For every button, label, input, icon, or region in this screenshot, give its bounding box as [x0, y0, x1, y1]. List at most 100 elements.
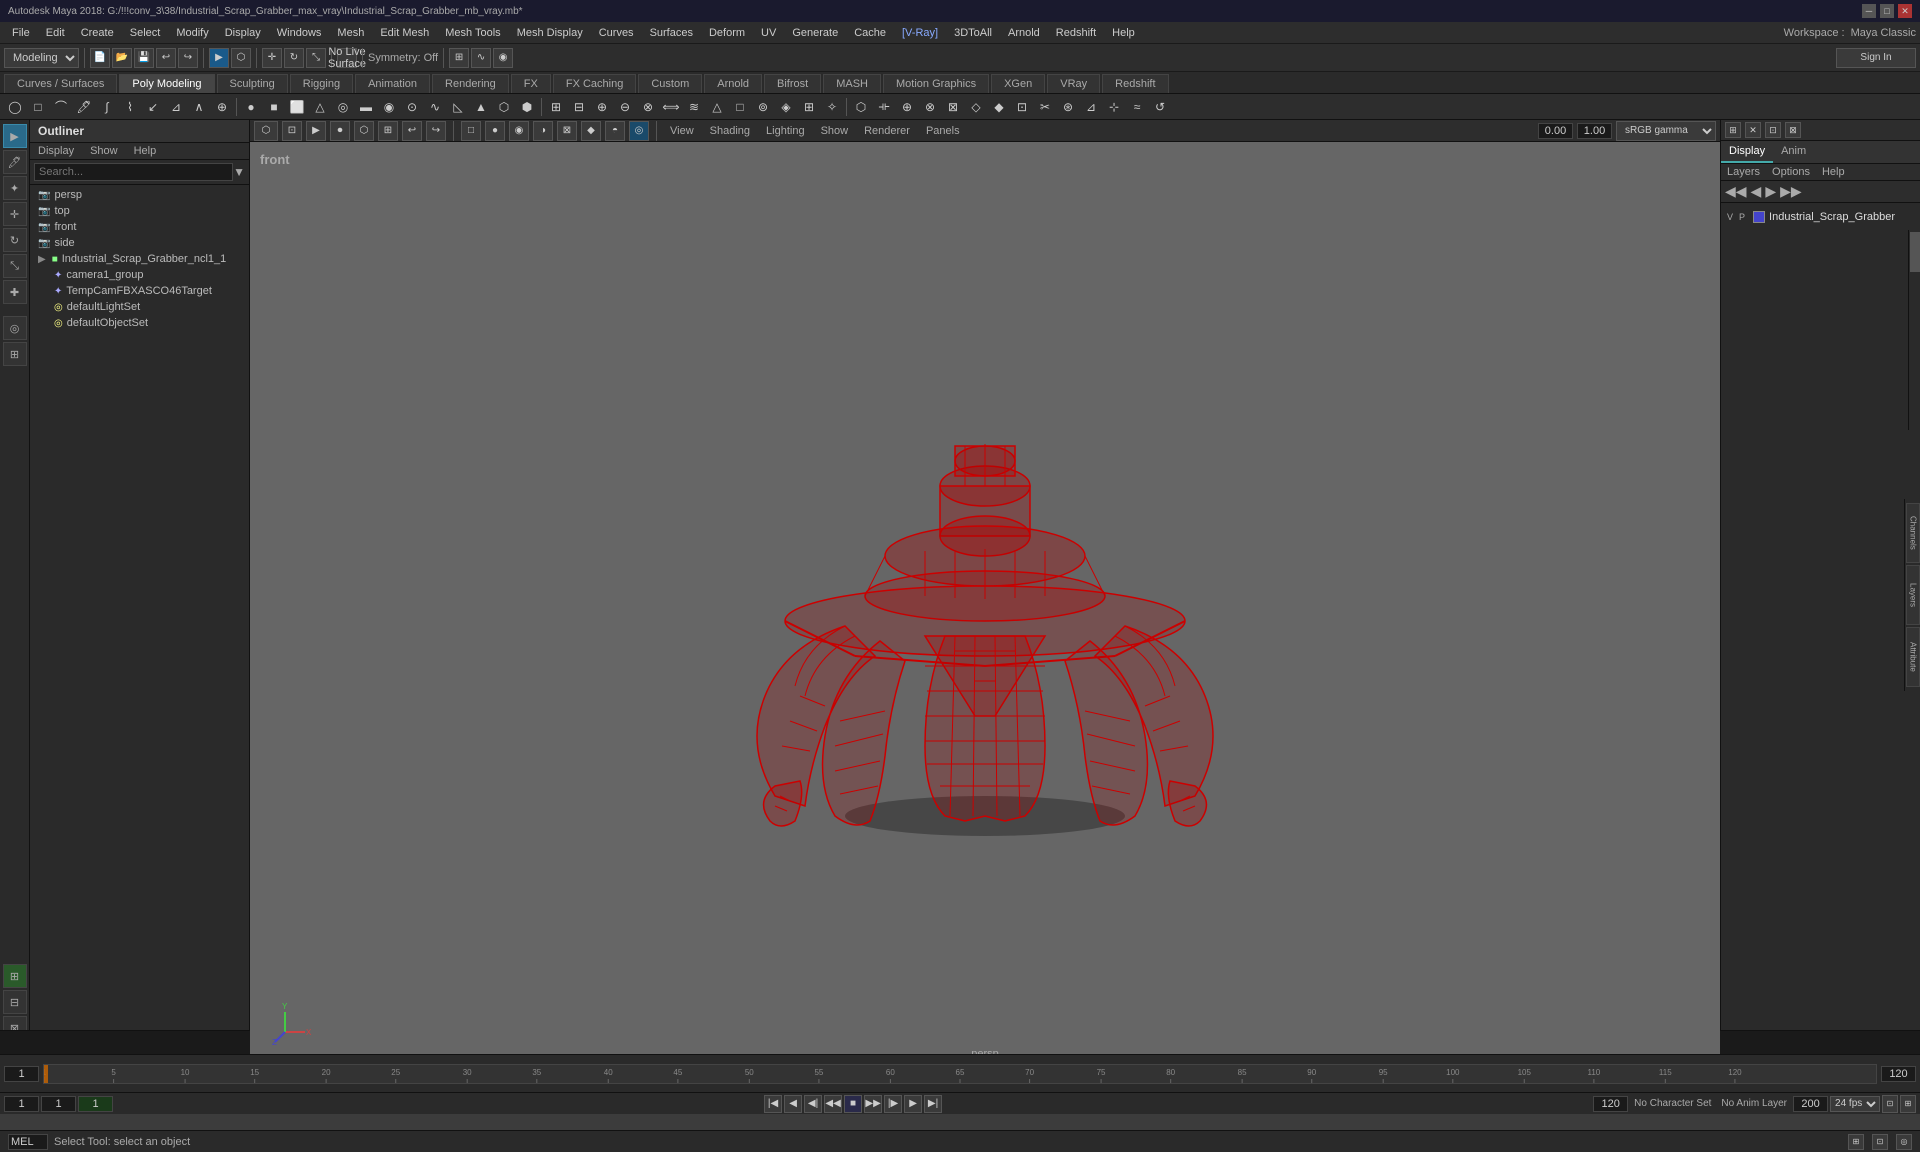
vp-redo-cam-button[interactable]: ↪	[426, 121, 446, 141]
plane-button[interactable]: ▬	[355, 96, 377, 118]
reduce-button[interactable]: ◈	[775, 96, 797, 118]
minimize-button[interactable]: ─	[1862, 4, 1876, 18]
vp-menu-renderer[interactable]: Renderer	[858, 123, 916, 139]
tab-custom[interactable]: Custom	[638, 74, 702, 93]
create-circle-button[interactable]: ◯	[4, 96, 26, 118]
quad-button[interactable]: □	[729, 96, 751, 118]
tab-poly-modeling[interactable]: Poly Modeling	[119, 74, 214, 93]
prism-button[interactable]: ◺	[447, 96, 469, 118]
vp-ao-button[interactable]: ◓	[605, 121, 625, 141]
outliner-item-object-set[interactable]: ◎ defaultObjectSet	[30, 315, 249, 331]
outliner-item-top[interactable]: 📷 top	[30, 203, 249, 219]
ch-next-frame-button[interactable]: ▶▶	[1780, 183, 1802, 200]
vp-undo-cam-button[interactable]: ↩	[402, 121, 422, 141]
ch-icon2[interactable]: ✕	[1745, 122, 1761, 138]
channel-sub-layers[interactable]: Layers	[1721, 164, 1766, 180]
vp-frame-all-button[interactable]: ⬡	[354, 121, 374, 141]
skip-forward-button[interactable]: ▶|	[924, 1095, 942, 1113]
select-mode-button[interactable]: ▶	[3, 124, 27, 148]
key-options-button[interactable]: ⊡	[1882, 1095, 1898, 1113]
soccer-button[interactable]: ⬡	[493, 96, 515, 118]
cleanup-button[interactable]: ✧	[821, 96, 843, 118]
frame-indicator[interactable]	[78, 1096, 113, 1112]
append-button[interactable]: ⊕	[896, 96, 918, 118]
ch-next-button[interactable]: ▶	[1765, 183, 1776, 200]
ch-right-tab2[interactable]: Layers	[1906, 565, 1920, 625]
edge-loop-button[interactable]: ⊡	[1011, 96, 1033, 118]
frame-display-input[interactable]	[41, 1096, 76, 1112]
status-right-btn2[interactable]: ⊡	[1872, 1134, 1888, 1150]
boolean-int-button[interactable]: ⊗	[637, 96, 659, 118]
bridge-button[interactable]: ⟛	[873, 96, 895, 118]
scale-tool-button[interactable]: ⤡	[306, 48, 326, 68]
outliner-item-side[interactable]: 📷 side	[30, 235, 249, 251]
maximize-button[interactable]: □	[1880, 4, 1894, 18]
outliner-item-front[interactable]: 📷 front	[30, 219, 249, 235]
sculpt-mode-button[interactable]: ✦	[3, 176, 27, 200]
outliner-menu-display[interactable]: Display	[30, 143, 82, 159]
vp-menu-shading[interactable]: Shading	[704, 123, 756, 139]
end-frame-input[interactable]	[1593, 1096, 1628, 1112]
create-curve-button[interactable]: ⌒	[50, 96, 72, 118]
channel-sub-help[interactable]: Help	[1816, 164, 1851, 180]
outliner-menu-help[interactable]: Help	[126, 143, 165, 159]
paint-button[interactable]: 🖊	[73, 96, 95, 118]
menu-surfaces[interactable]: Surfaces	[642, 25, 701, 41]
menu-cache[interactable]: Cache	[846, 25, 894, 41]
fill-hole-button[interactable]: ⊚	[752, 96, 774, 118]
multi-cut-button[interactable]: ✂	[1034, 96, 1056, 118]
tab-rigging[interactable]: Rigging	[290, 74, 353, 93]
menu-file[interactable]: File	[4, 25, 38, 41]
separate-button[interactable]: ⊟	[568, 96, 590, 118]
next-frame-button[interactable]: ▶	[904, 1095, 922, 1113]
status-right-btn1[interactable]: ⊞	[1848, 1134, 1864, 1150]
viewport-canvas[interactable]: front	[250, 142, 1720, 1070]
vp-menu-show[interactable]: Show	[815, 123, 855, 139]
select-tool-button[interactable]: ▶	[209, 48, 229, 68]
spin-button[interactable]: ↺	[1149, 96, 1171, 118]
vp-menu-panels[interactable]: Panels	[920, 123, 966, 139]
outliner-search-dropdown[interactable]: ▼	[233, 165, 245, 179]
next-key-button[interactable]: |▶	[884, 1095, 902, 1113]
close-button[interactable]: ✕	[1898, 4, 1912, 18]
start-frame-input[interactable]	[4, 1096, 39, 1112]
scale-mode-button[interactable]: ⤡	[3, 254, 27, 278]
triangulate-button[interactable]: △	[706, 96, 728, 118]
vp-gamma-select[interactable]: sRGB gamma	[1616, 121, 1716, 141]
ch-prev-button[interactable]: ◀	[1751, 183, 1762, 200]
wedge-button[interactable]: ⊿	[1080, 96, 1102, 118]
mirror-button[interactable]: ⟺	[660, 96, 682, 118]
platonic-button[interactable]: ⬢	[516, 96, 538, 118]
extrude-button[interactable]: ⬡	[850, 96, 872, 118]
bend-button[interactable]: ↙	[142, 96, 164, 118]
menu-create[interactable]: Create	[73, 25, 122, 41]
vp-menu-lighting[interactable]: Lighting	[760, 123, 811, 139]
connect-button[interactable]: ⊛	[1057, 96, 1079, 118]
quick-layout-button[interactable]: ⊞	[3, 964, 27, 988]
channel-tab-display[interactable]: Display	[1721, 141, 1773, 163]
tool8-button[interactable]: ⊿	[165, 96, 187, 118]
chamfer-button[interactable]: ◇	[965, 96, 987, 118]
paint-mode-button[interactable]: 🖊	[3, 150, 27, 174]
remesh-button[interactable]: ⊞	[798, 96, 820, 118]
outliner-item-temp-cam[interactable]: ✦ TempCamFBXASCO46Target	[30, 283, 249, 299]
tab-arnold[interactable]: Arnold	[704, 74, 762, 93]
warp-button[interactable]: ≈	[1126, 96, 1148, 118]
tab-bifrost[interactable]: Bifrost	[764, 74, 821, 93]
ch-right-tab1[interactable]: Channels	[1906, 503, 1920, 563]
menu-generate[interactable]: Generate	[784, 25, 846, 41]
tab-mash[interactable]: MASH	[823, 74, 881, 93]
fps-selector[interactable]: 24 fps	[1830, 1096, 1880, 1112]
torus-button[interactable]: ◎	[332, 96, 354, 118]
stop-button[interactable]: ■	[844, 1095, 862, 1113]
menu-redshift[interactable]: Redshift	[1048, 25, 1104, 41]
tab-xgen[interactable]: XGen	[991, 74, 1045, 93]
vp-smooth-button[interactable]: ●	[485, 121, 505, 141]
lattice-button[interactable]: ⌇	[119, 96, 141, 118]
smooth-button[interactable]: ≋	[683, 96, 705, 118]
tab-animation[interactable]: Animation	[355, 74, 430, 93]
ch-icon4[interactable]: ⊠	[1785, 122, 1801, 138]
menu-vray[interactable]: [V-Ray]	[894, 25, 946, 41]
vp-tex-button[interactable]: ⊠	[557, 121, 577, 141]
menu-mesh[interactable]: Mesh	[329, 25, 372, 41]
